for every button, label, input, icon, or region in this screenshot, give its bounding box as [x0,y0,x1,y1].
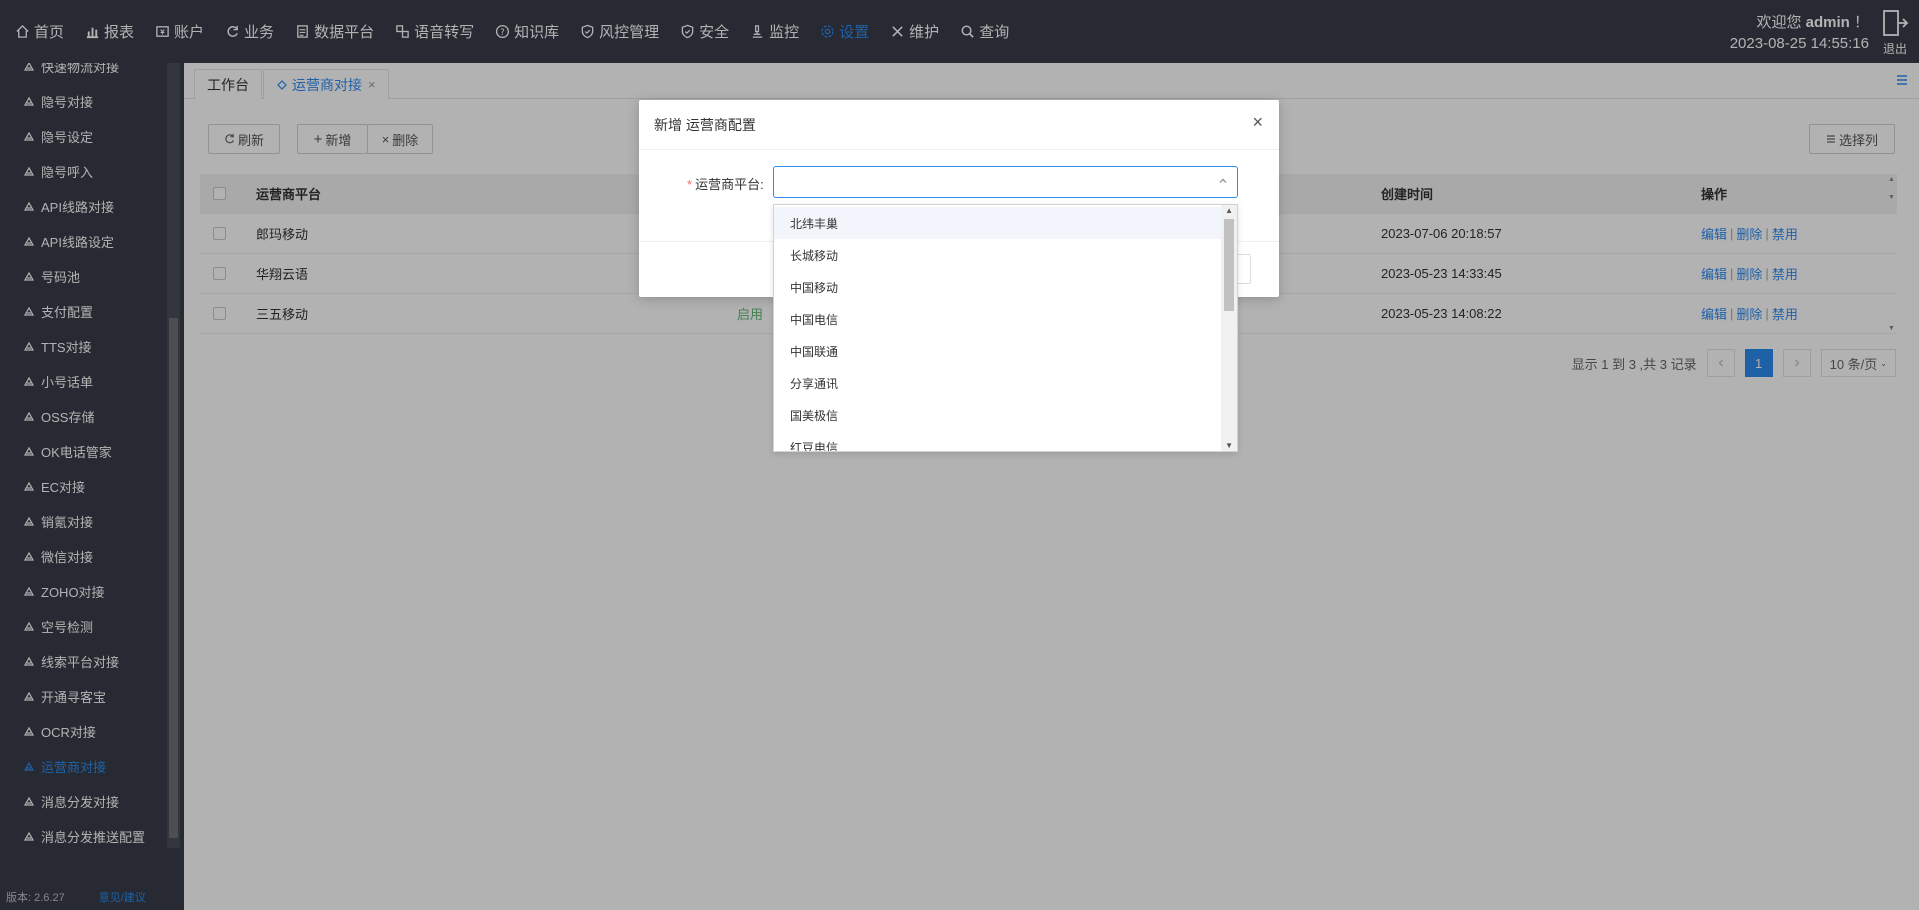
chevron-up-icon [1218,176,1228,189]
scroll-up-icon[interactable]: ▲ [1225,206,1233,215]
dropdown-scroll-thumb[interactable] [1224,219,1234,311]
platform-dropdown: 北纬丰巢 长城移动 中国移动 中国电信 中国联通 分享通讯 国美极信 红豆电信 ▲ ▼ [773,204,1238,452]
dropdown-option[interactable]: 国美极信 [774,399,1222,431]
dropdown-option[interactable]: 红豆电信 [774,431,1222,452]
dialog-title: 新增 运营商配置 [654,116,756,133]
required-mark: * [687,177,693,192]
platform-select[interactable] [773,166,1238,198]
dropdown-option[interactable]: 中国联通 [774,335,1222,367]
dropdown-option[interactable]: 中国电信 [774,303,1222,335]
platform-field-label: * 运营商平台: [687,174,764,193]
dropdown-option[interactable]: 分享通讯 [774,367,1222,399]
dropdown-option[interactable]: 长城移动 [774,239,1222,271]
dialog-header: 新增 运营商配置 [639,100,1279,150]
dropdown-option[interactable]: 中国移动 [774,271,1222,303]
scroll-down-icon[interactable]: ▼ [1225,441,1233,450]
platform-label-text: 运营商平台: [695,177,764,192]
dropdown-option[interactable]: 北纬丰巢 [774,207,1222,239]
close-icon[interactable]: × [1252,112,1263,133]
